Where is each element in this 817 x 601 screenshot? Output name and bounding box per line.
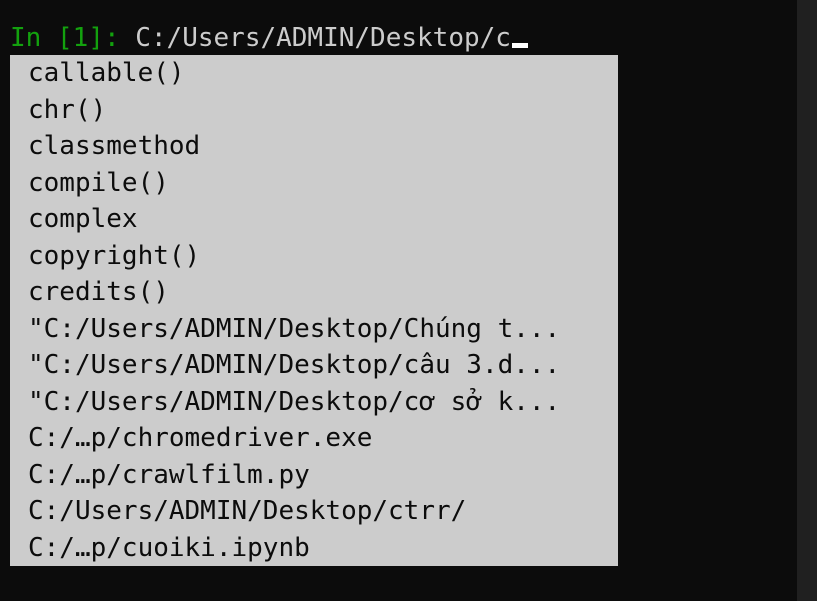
completion-item[interactable]: copyright() xyxy=(10,238,618,275)
terminal-window: In [1]: C:/Users/ADMIN/Desktop/c callabl… xyxy=(0,0,817,601)
ipython-console[interactable]: In [1]: C:/Users/ADMIN/Desktop/c callabl… xyxy=(0,0,797,601)
completion-item[interactable]: "C:/Users/ADMIN/Desktop/câu 3.d... xyxy=(10,347,618,384)
prompt-in-label: In xyxy=(10,23,57,53)
completion-item[interactable]: complex xyxy=(10,201,618,238)
command-input[interactable]: C:/Users/ADMIN/Desktop/c xyxy=(135,23,511,53)
completion-item[interactable]: C:/Users/ADMIN/Desktop/ctrr/ xyxy=(10,493,618,530)
completion-item[interactable]: C:/…p/chromedriver.exe xyxy=(10,420,618,457)
completion-item[interactable]: C:/…p/cuoiki.ipynb xyxy=(10,530,618,567)
prompt-colon: : xyxy=(103,23,136,53)
completion-item[interactable]: compile() xyxy=(10,165,618,202)
prompt-number: [1] xyxy=(56,23,104,53)
completion-item[interactable]: callable() xyxy=(10,55,618,92)
completion-item[interactable]: "C:/Users/ADMIN/Desktop/Chúng t... xyxy=(10,311,618,348)
text-cursor xyxy=(511,43,528,48)
completion-item[interactable]: chr() xyxy=(10,92,618,129)
completion-item[interactable]: credits() xyxy=(10,274,618,311)
completion-item[interactable]: C:/…p/crawlfilm.py xyxy=(10,457,618,494)
completion-item[interactable]: classmethod xyxy=(10,128,618,165)
completion-menu[interactable]: callable() chr() classmethod compile() c… xyxy=(10,55,618,566)
window-edge-strip xyxy=(797,0,817,601)
completion-item[interactable]: "C:/Users/ADMIN/Desktop/cơ sở k... xyxy=(10,384,618,421)
input-prompt-line[interactable]: In [1]: C:/Users/ADMIN/Desktop/c xyxy=(10,20,528,56)
